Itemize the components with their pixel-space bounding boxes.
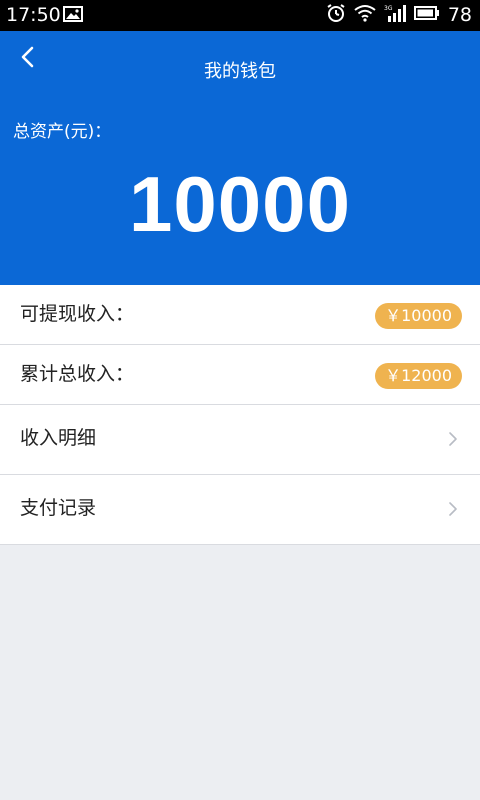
wallet-header: 我的钱包 总资产(元)： 10000 xyxy=(0,31,480,285)
cumulative-income-label: 累计总收入： xyxy=(20,363,135,385)
withdrawable-income-label: 可提现收入： xyxy=(20,303,135,325)
status-time: 17:50 xyxy=(6,4,61,26)
wallet-list: 可提现收入： ￥10000 累计总收入： ￥12000 收入明细 支付记录 xyxy=(0,285,480,545)
battery-level: 78 xyxy=(447,4,472,26)
payment-records-row[interactable]: 支付记录 xyxy=(0,475,480,545)
alarm-icon xyxy=(326,3,346,27)
total-assets-value: 10000 xyxy=(129,160,351,248)
total-assets-label: 总资产(元)： xyxy=(13,122,112,142)
cumulative-income-badge: ￥12000 xyxy=(375,363,462,389)
wifi-icon xyxy=(354,4,376,26)
withdrawable-income-row: 可提现收入： ￥10000 xyxy=(0,285,480,345)
income-details-label: 收入明细 xyxy=(20,427,97,449)
image-icon xyxy=(63,6,83,26)
signal-3g-icon: 3G xyxy=(384,4,406,26)
payment-records-label: 支付记录 xyxy=(20,497,97,519)
withdrawable-income-badge: ￥10000 xyxy=(375,303,462,329)
page-title: 我的钱包 xyxy=(204,61,276,82)
chevron-right-icon xyxy=(448,431,458,451)
income-details-row[interactable]: 收入明细 xyxy=(0,405,480,475)
chevron-right-icon xyxy=(448,501,458,521)
status-bar: 17:50 3G 78 xyxy=(0,0,480,31)
cumulative-income-row: 累计总收入： ￥12000 xyxy=(0,345,480,405)
wallet-screen: 17:50 3G 78 我的钱包 总资产(元)： 10000 可提现收入： ￥1… xyxy=(0,0,480,800)
svg-text:3G: 3G xyxy=(384,5,393,12)
battery-icon xyxy=(413,5,440,25)
status-icons: 3G 78 xyxy=(326,4,472,26)
